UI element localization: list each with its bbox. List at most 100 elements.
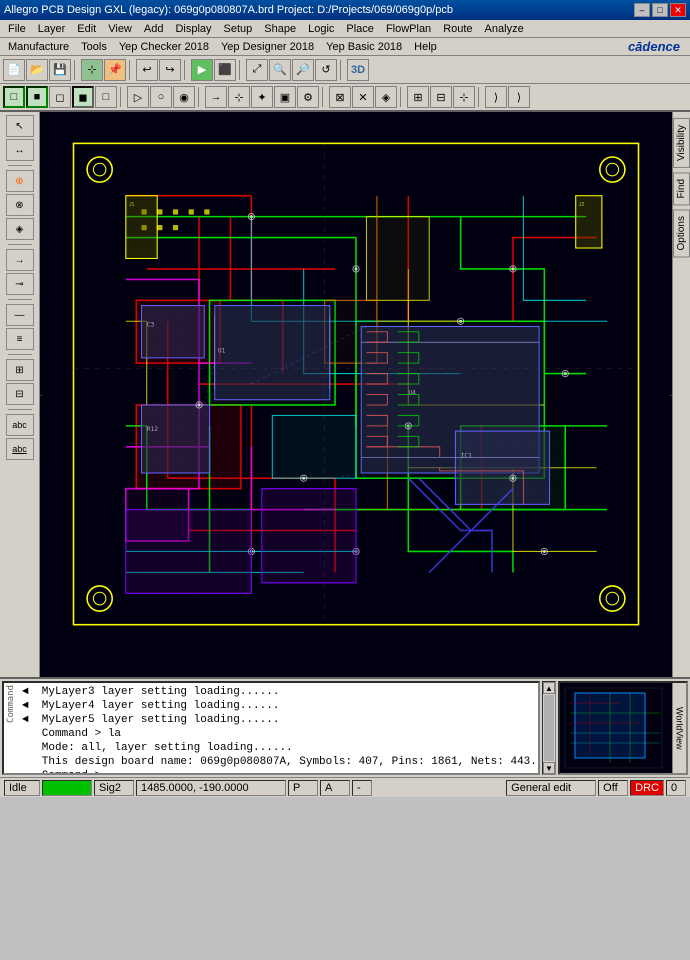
tb2-8[interactable]: ◉ [173, 86, 195, 108]
tb2-16[interactable]: ◈ [375, 86, 397, 108]
menu-route[interactable]: Route [437, 22, 478, 36]
tb2-4[interactable]: ◼ [72, 86, 94, 108]
status-bar: Idle Sig2 1485.0000, -190.0000 P A - Gen… [0, 777, 690, 797]
lp-sep5 [8, 409, 32, 410]
console-scrollbar[interactable]: ▲ ▼ [542, 681, 556, 775]
lp-sep1 [8, 165, 32, 166]
tb-run[interactable]: ▶ [191, 59, 213, 81]
minimize-button[interactable]: – [634, 3, 650, 17]
tb-redo[interactable]: ↪ [159, 59, 181, 81]
lp-delay[interactable]: ⊸ [6, 273, 34, 295]
tb-3d[interactable]: 3D [347, 59, 369, 81]
tab-options[interactable]: Options [673, 209, 690, 257]
pcb-svg[interactable]: U1 U4 C3 R12 IC1 [40, 112, 672, 677]
maximize-button[interactable]: □ [652, 3, 668, 17]
lp-add-connect[interactable]: ⊕ [6, 170, 34, 192]
menu-file[interactable]: File [2, 22, 32, 36]
lp-text[interactable]: abc [6, 414, 34, 436]
tb-zoom-in[interactable]: 🔍 [269, 59, 291, 81]
menu-bar-1: File Layer Edit View Add Display Setup S… [0, 20, 690, 38]
tb-open[interactable]: 📂 [26, 59, 48, 81]
menu-bar-2: Manufacture Tools Yep Checker 2018 Yep D… [0, 38, 690, 56]
svg-text:IC1: IC1 [461, 452, 473, 459]
console-line-5: Mode: all, layer setting loading...... [22, 741, 534, 755]
menu-place[interactable]: Place [340, 22, 380, 36]
tb-stop[interactable]: ⬛ [214, 59, 236, 81]
tb-zoom-fit[interactable]: ⤢ [246, 59, 268, 81]
close-button[interactable]: ✕ [670, 3, 686, 17]
tb-sep4 [239, 60, 243, 80]
lp-line[interactable]: — [6, 304, 34, 326]
menu-tools[interactable]: Tools [75, 40, 113, 54]
lp-dline[interactable]: ≡ [6, 328, 34, 350]
tb2-20[interactable]: ⟩ [485, 86, 507, 108]
menu-flowplan[interactable]: FlowPlan [380, 22, 437, 36]
lp-select[interactable]: ↖ [6, 115, 34, 137]
tb2-14[interactable]: ⊠ [329, 86, 351, 108]
menu-shape[interactable]: Shape [258, 22, 302, 36]
tb2-6[interactable]: ▷ [127, 86, 149, 108]
tb-sep1 [74, 60, 78, 80]
menu-yep-checker[interactable]: Yep Checker 2018 [113, 40, 215, 54]
lp-zoom-out[interactable]: ⊟ [6, 383, 34, 405]
lp-shape[interactable]: ◈ [6, 218, 34, 240]
tb2-13[interactable]: ⚙ [297, 86, 319, 108]
tb-undo[interactable]: ↩ [136, 59, 158, 81]
tb2-12[interactable]: ▣ [274, 86, 296, 108]
tb-pin[interactable]: 📌 [104, 59, 126, 81]
tb2-11[interactable]: ✦ [251, 86, 273, 108]
tb2-3[interactable]: ◻ [49, 86, 71, 108]
tb2-21[interactable]: ⟩ [508, 86, 530, 108]
menu-analyze[interactable]: Analyze [479, 22, 530, 36]
lp-sep3 [8, 299, 32, 300]
tb-zoom-prev[interactable]: ↺ [315, 59, 337, 81]
tb2-2[interactable]: ■ [26, 86, 48, 108]
toolbar-1: 📄 📂 💾 ⊹ 📌 ↩ ↪ ▶ ⬛ ⤢ 🔍 🔎 ↺ 3D [0, 56, 690, 84]
worldview-panel[interactable]: WorldView [558, 681, 688, 775]
scroll-track[interactable] [544, 695, 554, 761]
lp-route[interactable]: → [6, 249, 34, 271]
menu-manufacture[interactable]: Manufacture [2, 40, 75, 54]
tb2-7[interactable]: ○ [150, 86, 172, 108]
window-controls: – □ ✕ [634, 3, 686, 17]
console-label: Command [6, 685, 16, 723]
menu-help[interactable]: Help [408, 40, 443, 54]
menu-yep-designer[interactable]: Yep Designer 2018 [215, 40, 320, 54]
console-line-6: This design board name: 069g0p080807A, S… [22, 755, 534, 769]
status-num: 0 [666, 780, 686, 796]
tb2-15[interactable]: ✕ [352, 86, 374, 108]
menu-view[interactable]: View [102, 22, 138, 36]
menu-add[interactable]: Add [138, 22, 170, 36]
tab-visibility[interactable]: Visibility [673, 118, 690, 168]
tb-save[interactable]: 💾 [49, 59, 71, 81]
lp-move[interactable]: ↔ [6, 139, 34, 161]
menu-layer[interactable]: Layer [32, 22, 72, 36]
tb2-1[interactable]: □ [3, 86, 25, 108]
console-line-2: ◄ MyLayer4 layer setting loading...... [22, 699, 534, 713]
status-dash: - [352, 780, 372, 796]
scroll-up[interactable]: ▲ [543, 682, 555, 694]
menu-setup[interactable]: Setup [218, 22, 259, 36]
tb2-10[interactable]: ⊹ [228, 86, 250, 108]
tb2-17[interactable]: ⊞ [407, 86, 429, 108]
menu-logic[interactable]: Logic [302, 22, 340, 36]
title-text: Allegro PCB Design GXL (legacy): 069g0p0… [4, 4, 453, 16]
lp-zoom-in[interactable]: ⊞ [6, 359, 34, 381]
tb-new[interactable]: 📄 [3, 59, 25, 81]
lp-text2[interactable]: abc [6, 438, 34, 460]
menu-yep-basic[interactable]: Yep Basic 2018 [320, 40, 408, 54]
tb-snap[interactable]: ⊹ [81, 59, 103, 81]
lp-add-via[interactable]: ⊗ [6, 194, 34, 216]
menu-edit[interactable]: Edit [71, 22, 102, 36]
scroll-down[interactable]: ▼ [543, 762, 555, 774]
tb2-9[interactable]: → [205, 86, 227, 108]
tb-zoom-out[interactable]: 🔎 [292, 59, 314, 81]
tb2-18[interactable]: ⊟ [430, 86, 452, 108]
canvas-area[interactable]: U1 U4 C3 R12 IC1 [40, 112, 672, 677]
menu-bar2-left: Manufacture Tools Yep Checker 2018 Yep D… [2, 40, 443, 54]
menu-display[interactable]: Display [169, 22, 217, 36]
tb2-19[interactable]: ⊹ [453, 86, 475, 108]
tb2-5[interactable]: □ [95, 86, 117, 108]
tab-find[interactable]: Find [673, 172, 690, 205]
tb2-sep5 [478, 87, 482, 107]
